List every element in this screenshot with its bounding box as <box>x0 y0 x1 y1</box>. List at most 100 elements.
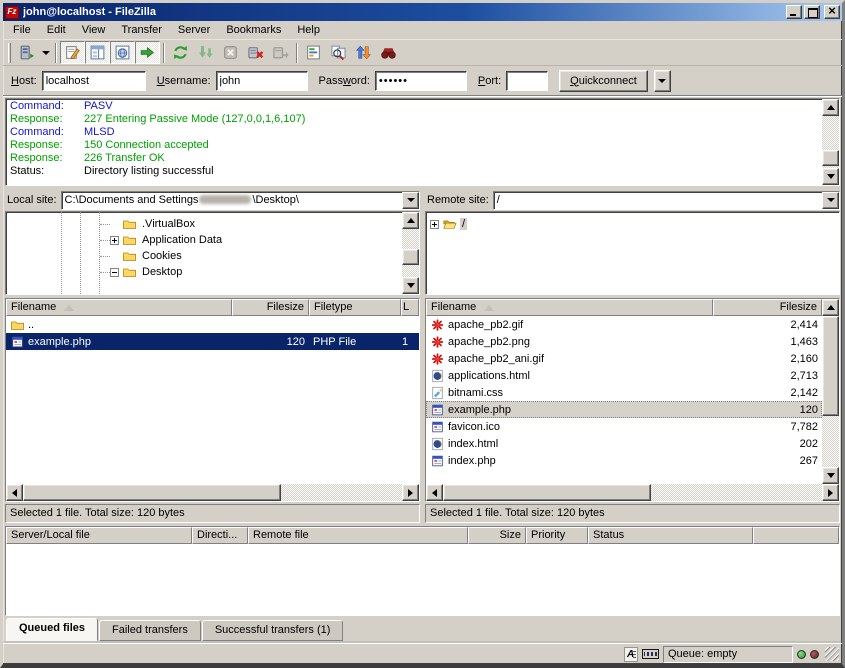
disconnect-button[interactable] <box>243 41 268 64</box>
scroll-up-button[interactable] <box>822 99 839 116</box>
remote-site-combo[interactable]: / <box>493 191 840 210</box>
scroll-right-button[interactable] <box>822 484 839 501</box>
tree-item[interactable]: Desktop <box>6 264 402 280</box>
queue-body[interactable] <box>6 544 839 615</box>
file-row[interactable]: index.php 267 <box>426 452 822 469</box>
column-header-filesize[interactable]: Filesize <box>232 299 309 316</box>
quickconnect-button[interactable]: Quickconnect <box>559 70 648 92</box>
filter-button[interactable] <box>301 41 326 64</box>
toggle-message-log-button[interactable] <box>60 41 85 64</box>
toggle-remote-tree-button[interactable] <box>110 41 135 64</box>
tree-expander[interactable] <box>110 268 119 277</box>
queue-tab[interactable]: Failed transfers <box>99 620 201 641</box>
port-input[interactable] <box>506 71 548 91</box>
menu-item[interactable]: Server <box>170 22 218 38</box>
scroll-down-button[interactable] <box>822 467 839 484</box>
remote-vertical-scrollbar[interactable] <box>822 299 839 484</box>
column-header-status[interactable]: Status <box>588 527 753 544</box>
remote-tree-content[interactable]: / <box>426 212 839 294</box>
menu-item[interactable]: Bookmarks <box>218 22 289 38</box>
site-manager-dropdown[interactable] <box>39 41 52 64</box>
file-row[interactable]: example.php 120 PHP File 1 <box>6 333 419 350</box>
password-input[interactable] <box>375 71 467 91</box>
scrollbar-thumb[interactable] <box>822 150 839 166</box>
column-header-filename[interactable]: Filename <box>426 299 713 316</box>
scrollbar-track[interactable] <box>402 229 419 277</box>
scrollbar-track[interactable] <box>822 316 839 467</box>
tree-expander[interactable] <box>430 220 439 229</box>
scroll-up-button[interactable] <box>402 212 419 229</box>
tree-item[interactable]: .VirtualBox <box>6 216 402 232</box>
transfer-type-ascii-icon[interactable] <box>624 647 638 662</box>
log-vertical-scrollbar[interactable] <box>822 99 839 185</box>
column-header-server-local-file[interactable]: Server/Local file <box>6 527 192 544</box>
menu-item[interactable]: Transfer <box>113 22 170 38</box>
close-button[interactable] <box>824 5 840 19</box>
local-tree-vertical-scrollbar[interactable] <box>402 212 419 294</box>
file-row[interactable]: example.php 120 <box>426 401 822 418</box>
scroll-down-button[interactable] <box>402 277 419 294</box>
toolbar-gripper[interactable] <box>8 43 11 63</box>
column-header-size[interactable]: Size <box>468 527 526 544</box>
scroll-left-button[interactable] <box>6 484 23 501</box>
find-files-button[interactable] <box>376 41 401 64</box>
local-site-combo[interactable]: C:\Documents and Settings\Desktop\ <box>61 191 420 210</box>
site-manager-button[interactable] <box>14 41 39 64</box>
resize-grip[interactable] <box>825 647 839 661</box>
reconnect-button[interactable] <box>268 41 293 64</box>
scroll-down-button[interactable] <box>822 168 839 185</box>
file-row[interactable]: apache_pb2_ani.gif 2,160 <box>426 350 822 367</box>
toggle-local-tree-button[interactable] <box>85 41 110 64</box>
scrollbar-thumb[interactable] <box>23 484 281 501</box>
tree-item[interactable]: / <box>426 216 839 232</box>
file-row[interactable]: index.html 202 <box>426 435 822 452</box>
file-row[interactable]: applications.html 2,713 <box>426 367 822 384</box>
queue-tab[interactable]: Queued files <box>6 618 98 641</box>
username-input[interactable] <box>216 71 308 91</box>
maximize-button[interactable] <box>804 5 820 19</box>
file-row[interactable]: apache_pb2.png 1,463 <box>426 333 822 350</box>
queue-tab[interactable]: Successful transfers (1) <box>202 620 344 641</box>
tree-item[interactable]: Cookies <box>6 248 402 264</box>
scrollbar-thumb[interactable] <box>402 249 419 265</box>
cancel-button[interactable] <box>218 41 243 64</box>
titlebar[interactable]: john@localhost - FileZilla <box>3 3 842 21</box>
column-header-filetype[interactable]: Filetype <box>309 299 401 316</box>
file-row[interactable]: favicon.ico 7,782 <box>426 418 822 435</box>
tree-expander[interactable] <box>110 236 119 245</box>
menu-item[interactable]: View <box>74 22 114 38</box>
local-file-rows[interactable]: .. example.php 120 PHP File 1 <box>6 316 419 484</box>
directory-comparison-button[interactable] <box>326 41 351 64</box>
scrollbar-track[interactable] <box>822 116 839 168</box>
local-site-dropdown[interactable] <box>402 192 419 209</box>
toggle-queue-button[interactable] <box>135 41 160 64</box>
remote-file-rows[interactable]: apache_pb2.gif 2,414 apache_pb2.png 1,46… <box>426 316 822 484</box>
remote-horizontal-scrollbar[interactable] <box>426 484 839 501</box>
remote-site-dropdown[interactable] <box>822 192 839 209</box>
scrollbar-thumb[interactable] <box>443 484 651 501</box>
column-header-filename[interactable]: Filename <box>6 299 232 316</box>
column-header-filesize[interactable]: Filesize <box>713 299 822 316</box>
menu-item[interactable]: Help <box>289 22 328 38</box>
speed-limit-icon[interactable] <box>642 649 659 659</box>
scrollbar-track[interactable] <box>443 484 822 501</box>
tree-item[interactable]: Application Data <box>6 232 402 248</box>
column-header-direction[interactable]: Directi... <box>192 527 248 544</box>
menu-item[interactable]: File <box>5 22 39 38</box>
file-row[interactable]: .. <box>6 316 419 333</box>
column-header-priority[interactable]: Priority <box>526 527 588 544</box>
scroll-left-button[interactable] <box>426 484 443 501</box>
file-row[interactable]: bitnami.css 2,142 <box>426 384 822 401</box>
host-input[interactable] <box>42 71 146 91</box>
scroll-up-button[interactable] <box>822 299 839 316</box>
synchronized-browsing-button[interactable] <box>351 41 376 64</box>
scroll-right-button[interactable] <box>402 484 419 501</box>
scrollbar-thumb[interactable] <box>822 316 839 416</box>
refresh-button[interactable] <box>168 41 193 64</box>
minimize-button[interactable] <box>786 5 802 19</box>
quickconnect-dropdown[interactable] <box>654 70 671 92</box>
process-queue-button[interactable] <box>193 41 218 64</box>
local-horizontal-scrollbar[interactable] <box>6 484 419 501</box>
local-tree-content[interactable]: .VirtualBox Application Data Cookies <box>6 212 402 294</box>
file-row[interactable]: apache_pb2.gif 2,414 <box>426 316 822 333</box>
